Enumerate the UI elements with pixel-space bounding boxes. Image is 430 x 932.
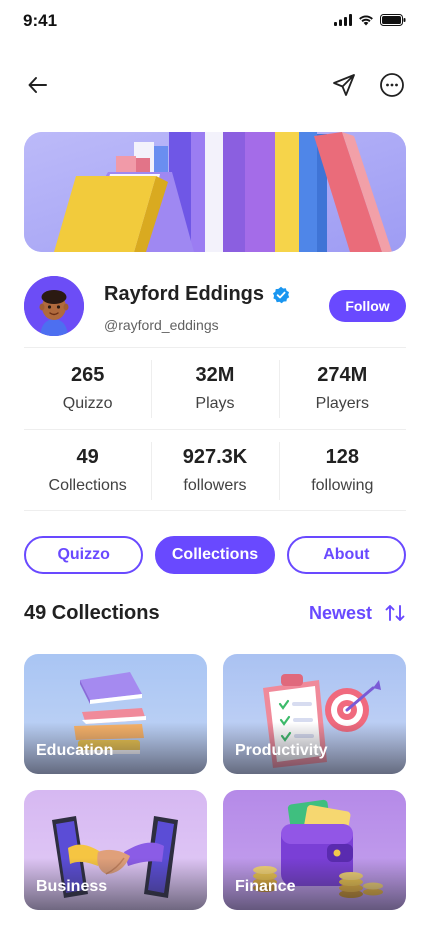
profile-header: Rayford Eddings @rayford_eddings Follow — [24, 276, 406, 336]
stat-plays[interactable]: 32M Plays — [151, 348, 278, 429]
tab-quizzo[interactable]: Quizzo — [24, 536, 144, 574]
battery-icon — [380, 14, 406, 26]
stat-label: Collections — [48, 476, 127, 494]
wifi-icon — [359, 15, 373, 26]
follow-button[interactable]: Follow — [329, 290, 406, 322]
collections-grid: Education Productivity Business Finance — [24, 654, 406, 910]
status-bar: 9:41 — [0, 0, 430, 44]
swap-vertical-icon — [385, 605, 405, 621]
collection-label: Business — [36, 878, 108, 895]
profile-banner — [24, 132, 406, 252]
profile-tabs: Quizzo Collections About — [24, 536, 406, 574]
profile-name: Rayford Eddings — [104, 283, 265, 305]
collections-header: 49 Collections Newest — [24, 600, 406, 628]
tab-collections[interactable]: Collections — [155, 536, 275, 574]
back-button[interactable] — [22, 69, 54, 101]
stat-value: 49 — [76, 445, 99, 468]
stats-row-1: 265 Quizzo 32M Plays 274M Players — [24, 347, 406, 429]
stat-label: Players — [315, 395, 369, 412]
collection-card-finance[interactable]: Finance — [223, 790, 406, 910]
avatar-illustration — [24, 276, 84, 336]
sort-label: Newest — [308, 602, 372, 623]
more-circle-icon — [380, 73, 404, 97]
status-icons — [334, 14, 406, 26]
more-button[interactable] — [376, 69, 408, 101]
name-row: Rayford Eddings — [104, 283, 290, 306]
stat-value: 265 — [70, 364, 105, 386]
stat-value: 32M — [195, 364, 235, 386]
stat-label: Plays — [195, 395, 235, 412]
collection-card-education[interactable]: Education — [24, 654, 207, 774]
sort-button[interactable]: Newest — [309, 602, 406, 624]
stat-label: following — [311, 476, 374, 494]
stat-value: 927.3K — [182, 445, 248, 468]
arrow-left-icon — [28, 77, 47, 93]
status-time: 9:41 — [23, 11, 58, 30]
profile-handle: @rayford_eddings — [104, 317, 219, 333]
collection-label: Productivity — [235, 742, 328, 759]
stat-label: followers — [183, 476, 247, 494]
collection-label: Education — [36, 742, 114, 759]
stat-label: Quizzo — [62, 395, 113, 412]
collection-label: Finance — [235, 878, 296, 895]
signal-icon — [334, 14, 352, 26]
tab-about[interactable]: About — [286, 536, 406, 574]
stat-players[interactable]: 274M Players — [278, 348, 406, 429]
stat-value: 128 — [325, 445, 359, 468]
top-app-bar — [0, 64, 430, 108]
stat-quizzo[interactable]: 265 Quizzo — [24, 348, 151, 429]
send-icon — [333, 74, 355, 96]
stats-row-2: 49 Collections 927.3K followers 128 foll… — [24, 429, 406, 511]
collection-card-business[interactable]: Business — [24, 790, 207, 910]
avatar[interactable] — [24, 276, 84, 336]
share-button[interactable] — [328, 69, 360, 101]
section-title: 49 Collections — [24, 602, 160, 624]
books-illustration — [24, 132, 406, 252]
verified-badge-icon — [273, 286, 290, 303]
stat-value: 274M — [317, 364, 368, 386]
stat-collections[interactable]: 49 Collections — [24, 430, 151, 510]
stat-following[interactable]: 128 following — [278, 430, 406, 510]
stat-followers[interactable]: 927.3K followers — [151, 430, 278, 510]
collection-card-productivity[interactable]: Productivity — [223, 654, 406, 774]
